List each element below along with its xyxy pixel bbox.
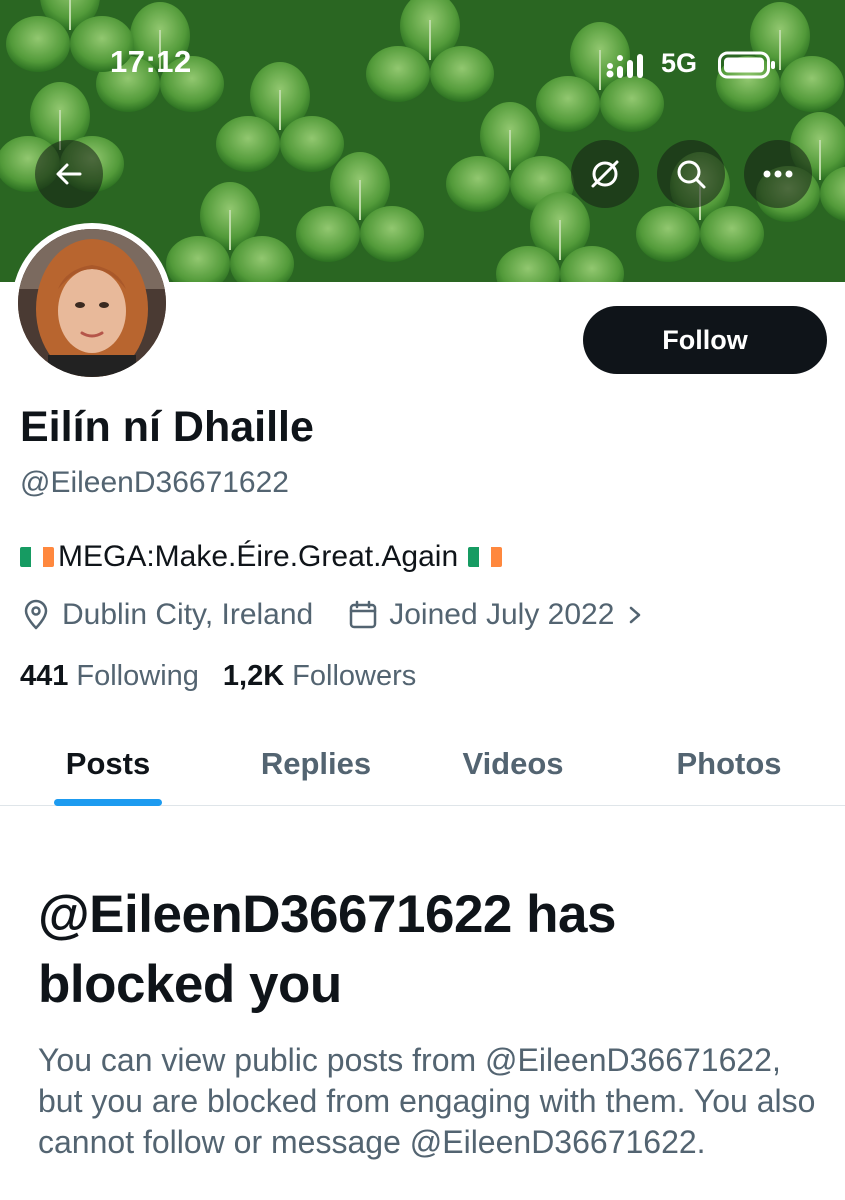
arrow-left-icon	[56, 163, 82, 185]
blocked-title: @EileenD36671622 has blocked you	[38, 885, 616, 1014]
blocked-description: You can view public posts from @EileenD3…	[38, 1042, 816, 1160]
signal-icon	[606, 54, 643, 78]
display-name: Eilín ní Dhaille	[20, 403, 314, 451]
profile-bio: MEGA:Make.Éire.Great.Again	[20, 540, 503, 574]
tab-videos[interactable]: Videos	[448, 722, 578, 806]
profile-handle: @EileenD36671622	[20, 466, 289, 499]
status-bar: 17:12 5G	[0, 0, 845, 130]
avatar-photo	[18, 229, 166, 377]
following-stat[interactable]: 441 Following	[20, 660, 199, 693]
ireland-flag-icon	[20, 547, 54, 567]
location-text: Dublin City, Ireland	[62, 598, 314, 631]
bio-text: MEGA:Make.Éire.Great.Again	[58, 540, 459, 573]
tab-replies[interactable]: Replies	[246, 722, 386, 806]
following-label: Following	[76, 660, 199, 692]
joined-text[interactable]: Joined July 2022	[389, 598, 614, 632]
active-tab-indicator	[54, 799, 162, 806]
followers-stat[interactable]: 1,2K Followers	[223, 660, 416, 693]
ireland-flag-icon	[468, 547, 503, 567]
profile-meta: Dublin City, Ireland Joined July 2022	[20, 596, 646, 634]
tab-photos[interactable]: Photos	[664, 722, 794, 806]
followers-label: Followers	[292, 660, 417, 692]
following-count: 441	[20, 660, 69, 692]
followers-count: 1,2K	[222, 660, 285, 692]
more-horizontal-icon	[763, 170, 793, 178]
grok-slash-icon	[591, 160, 619, 188]
search-button[interactable]	[657, 140, 725, 208]
more-button[interactable]	[744, 140, 812, 208]
follow-button[interactable]: Follow	[583, 306, 827, 374]
back-button[interactable]	[35, 140, 103, 208]
network-label: 5G	[661, 48, 698, 78]
location-pin-icon	[24, 599, 48, 630]
chevron-right-icon[interactable]	[624, 601, 646, 629]
profile-stats: 441 Following 1,2K Followers	[20, 660, 440, 693]
calendar-icon	[349, 600, 377, 629]
battery-icon	[718, 51, 775, 79]
avatar[interactable]	[12, 223, 172, 383]
status-time: 17:12	[110, 44, 192, 79]
search-icon	[677, 160, 706, 189]
tab-posts[interactable]: Posts	[54, 722, 162, 806]
profile-tabs: Posts Replies Videos Photos	[0, 722, 845, 806]
grok-button[interactable]	[571, 140, 639, 208]
